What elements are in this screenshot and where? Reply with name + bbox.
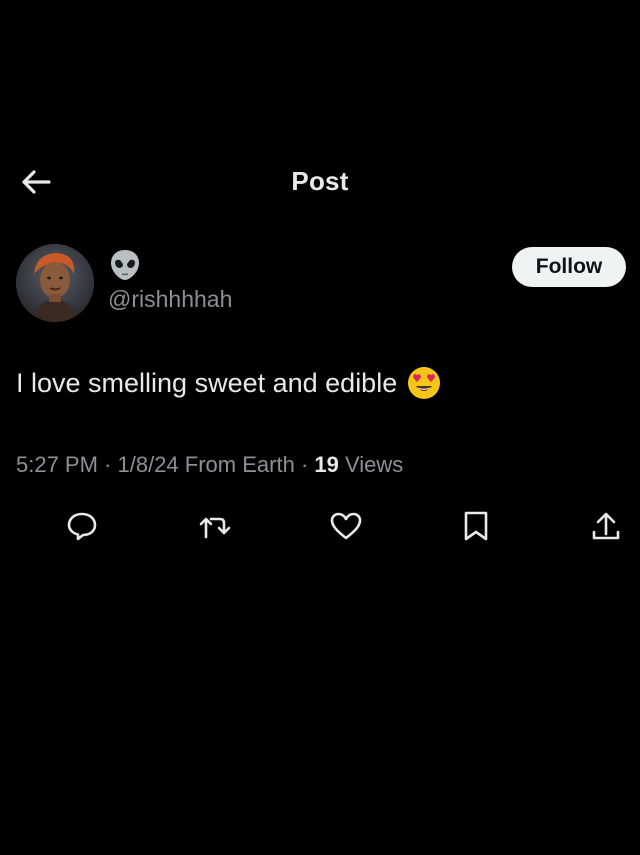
meta-separator: · (294, 452, 315, 477)
action-bar (0, 506, 640, 546)
top-bar: Post (0, 150, 640, 216)
reply-button[interactable] (62, 506, 102, 546)
follow-button[interactable]: Follow (512, 247, 626, 287)
view-count: 19 (314, 452, 339, 477)
display-name[interactable] (108, 248, 144, 284)
reply-icon (67, 512, 97, 541)
like-button[interactable] (326, 506, 366, 546)
smiling-face-with-heart-eyes-icon (407, 366, 441, 400)
profile-photo-avatar (16, 244, 94, 322)
page-title: Post (291, 166, 349, 196)
post-text: I love smelling sweet and edible (16, 366, 616, 400)
post-time: 5:27 PM (16, 452, 98, 477)
meta-separator: · (97, 452, 118, 477)
bookmark-icon (464, 511, 488, 541)
user-handle[interactable]: @rishhhhah (108, 286, 232, 313)
post-meta: 5:27 PM · 1/8/24 From Earth · 19 Views (16, 452, 403, 478)
share-icon (592, 512, 620, 540)
post-date: 1/8/24 (117, 452, 179, 477)
post-location: From Earth (184, 452, 295, 477)
share-button[interactable] (586, 506, 626, 546)
avatar[interactable] (16, 244, 94, 322)
repost-icon (199, 517, 231, 539)
like-icon (330, 512, 362, 540)
post-text-content: I love smelling sweet and edible (16, 367, 398, 398)
alien-emoji-icon (111, 250, 139, 280)
bookmark-button[interactable] (456, 506, 496, 546)
views-label: Views (345, 452, 404, 477)
repost-button[interactable] (196, 506, 236, 546)
post-author: @rishhhhah Follow (0, 240, 640, 330)
